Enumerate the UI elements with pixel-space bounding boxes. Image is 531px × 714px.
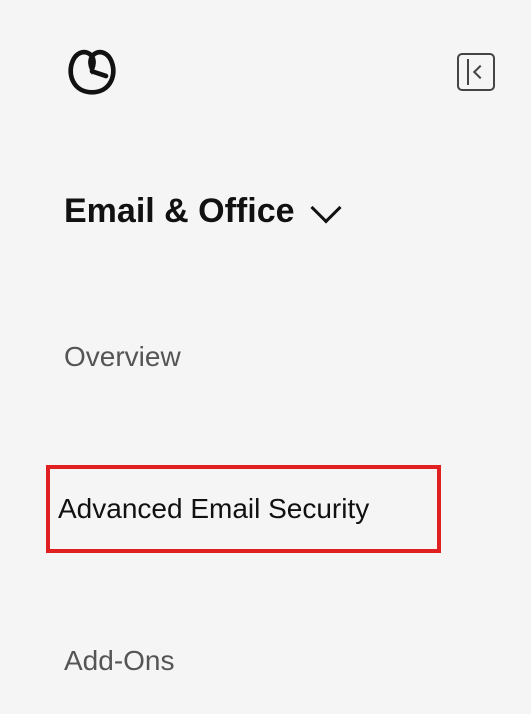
sidebar-item-advanced-email-security[interactable]: Advanced Email Security [46,465,441,553]
logo[interactable] [64,48,120,96]
collapse-icon [467,59,469,85]
section-title: Email & Office [64,192,295,231]
sidebar-nav: Overview Advanced Email Security Add-Ons [36,327,495,691]
godaddy-logo-icon [64,48,120,97]
nav-item-label: Overview [64,341,181,372]
sidebar-item-add-ons[interactable]: Add-Ons [64,631,495,691]
chevron-down-icon [310,192,341,223]
chevron-left-icon [473,65,487,79]
section-dropdown[interactable]: Email & Office [36,192,495,231]
nav-item-label: Add-Ons [64,645,175,676]
collapse-sidebar-button[interactable] [457,53,495,91]
header [36,48,495,96]
nav-item-label: Advanced Email Security [58,493,369,524]
sidebar-item-overview[interactable]: Overview [64,327,495,387]
